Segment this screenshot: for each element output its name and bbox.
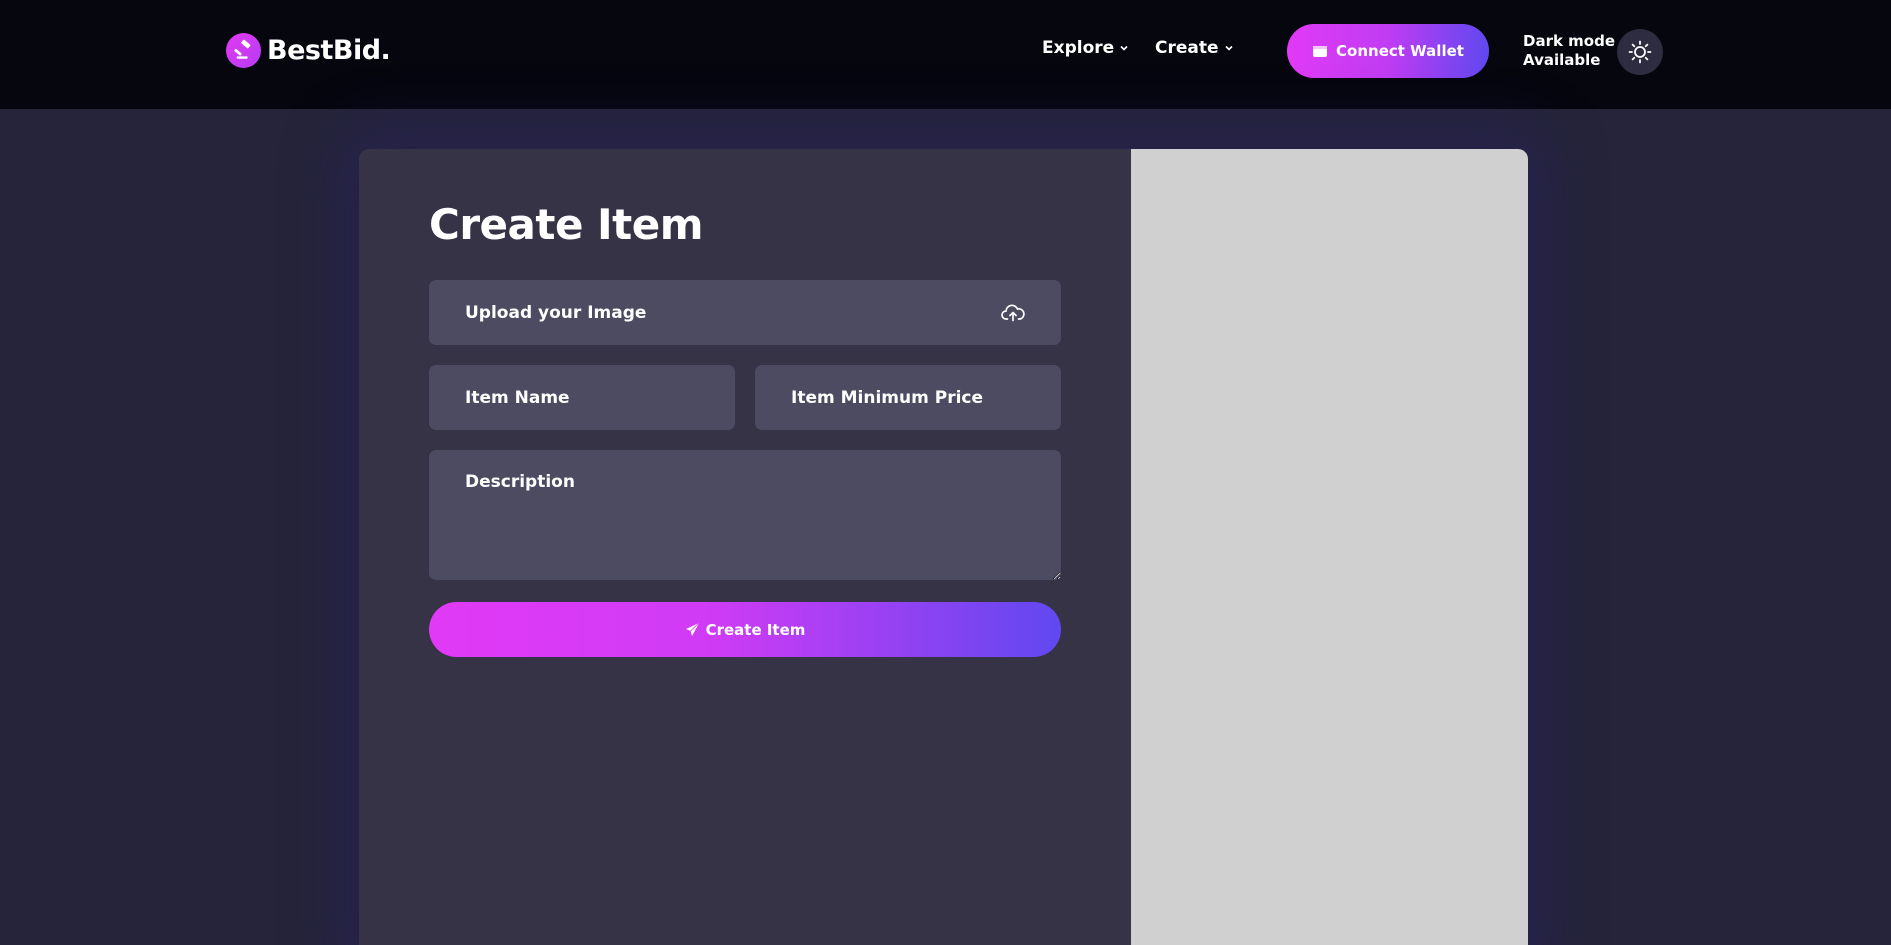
item-name-input[interactable] [429,365,735,430]
nav-create[interactable]: Create [1155,38,1234,58]
upload-image-label: Upload your Image [465,302,647,323]
dark-mode-label: Dark mode Available [1523,32,1615,70]
nav-explore[interactable]: Explore [1042,38,1129,58]
chevron-down-icon [1224,45,1233,51]
nav-create-label: Create [1155,38,1219,58]
gavel-icon [226,32,261,68]
dark-mode-line1: Dark mode [1523,32,1616,50]
page-title: Create Item [429,200,704,249]
sun-icon [1628,40,1652,64]
description-textarea[interactable] [429,450,1061,580]
nav-explore-label: Explore [1042,38,1115,58]
theme-toggle-button[interactable] [1617,29,1663,75]
connect-wallet-label: Connect Wallet [1336,42,1464,60]
image-preview-panel [1131,149,1528,945]
create-item-button[interactable]: Create Item [429,602,1061,657]
paper-plane-icon [685,622,699,637]
logo-text: BestBid. [267,34,391,66]
upload-image-field[interactable]: Upload your Image [429,280,1061,345]
chevron-down-icon [1120,45,1128,51]
dark-mode-line2: Available [1523,51,1601,69]
create-item-label: Create Item [705,620,806,639]
logo[interactable]: BestBid. [226,30,391,70]
wallet-icon [1313,46,1328,57]
connect-wallet-button[interactable]: Connect Wallet [1287,24,1489,78]
item-price-input[interactable] [755,365,1061,430]
navbar: BestBid. Explore Create Connect Wallet D… [0,0,1891,109]
cloud-upload-icon [1001,304,1025,321]
